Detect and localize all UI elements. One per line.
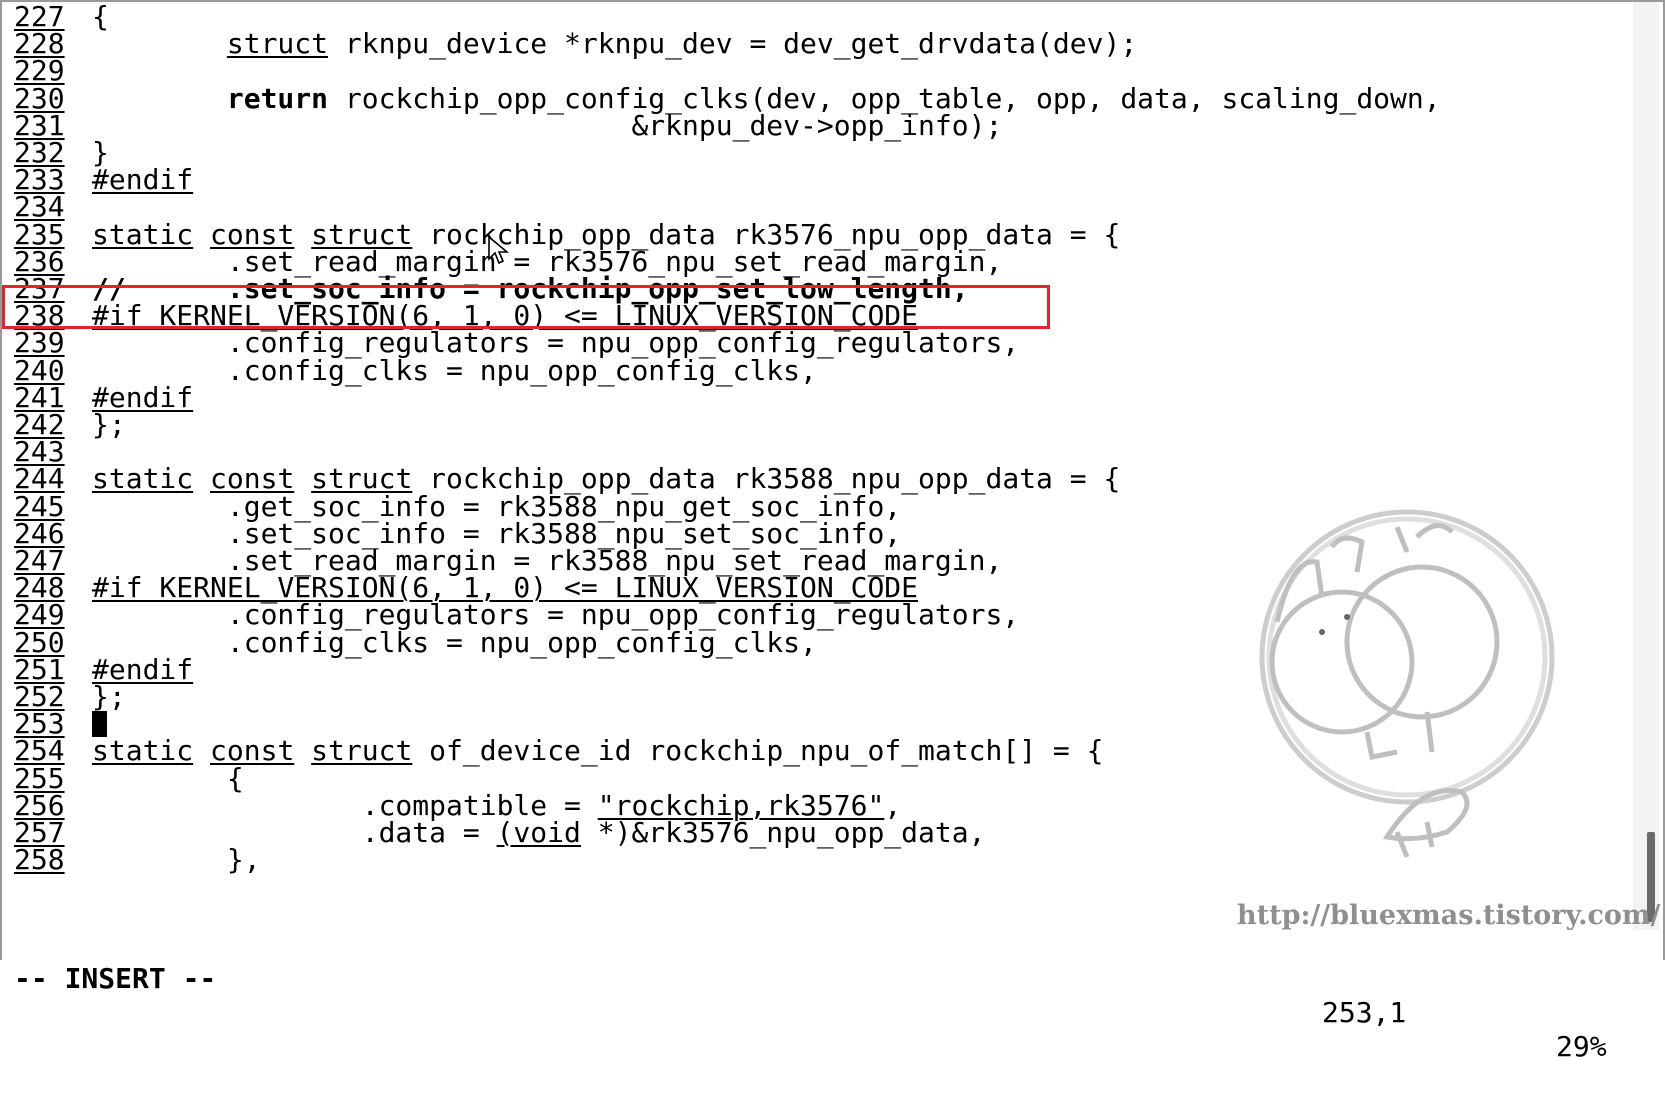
text-cursor — [92, 711, 107, 738]
code-token: .config_clks = npu_opp_config_clks, — [92, 625, 817, 659]
code-line[interactable]: 231 &rknpu_dev->opp_info); — [6, 111, 1002, 140]
code-token: (void — [496, 816, 581, 849]
mode-indicator: -- INSERT -- — [14, 962, 217, 995]
code-token: }, — [92, 843, 261, 877]
cursor-position: 253,1 — [1322, 996, 1407, 1029]
highlight-box — [2, 285, 1050, 329]
code-token: struct — [226, 27, 329, 61]
mouse-pointer-icon — [488, 235, 509, 265]
code-token: .config_clks = npu_opp_config_clks, — [92, 353, 817, 387]
code-line[interactable]: 258 }, — [6, 845, 261, 874]
line-number: 258 — [14, 843, 65, 877]
code-token: }; — [92, 408, 126, 441]
code-line[interactable]: 228 struct rknpu_device *rknpu_dev = dev… — [6, 29, 1137, 58]
code-token: *)&rk3576_npu_opp_data, — [580, 816, 986, 849]
terminal-window: 227{228 struct rknpu_device *rknpu_dev =… — [0, 0, 1665, 1063]
code-token: #endif — [92, 163, 194, 197]
scroll-percent: 29% — [1556, 1030, 1607, 1063]
status-bar: -- INSERT -- 253,1 29% — [6, 928, 1626, 1063]
scrollbar[interactable] — [1633, 2, 1659, 930]
code-token: of_device_id rockchip_npu_of_match[] = { — [412, 734, 1104, 768]
code-token: rknpu_device *rknpu_dev = dev_get_drvdat… — [328, 27, 1138, 61]
code-token: &rknpu_dev->opp_info); — [92, 108, 1003, 142]
code-token: }; — [92, 680, 126, 713]
watermark-logo-icon — [1259, 509, 1555, 858]
code-token: struct — [311, 734, 413, 768]
watermark-url: http://bluexmas.tistory.com/ — [1237, 900, 1661, 931]
